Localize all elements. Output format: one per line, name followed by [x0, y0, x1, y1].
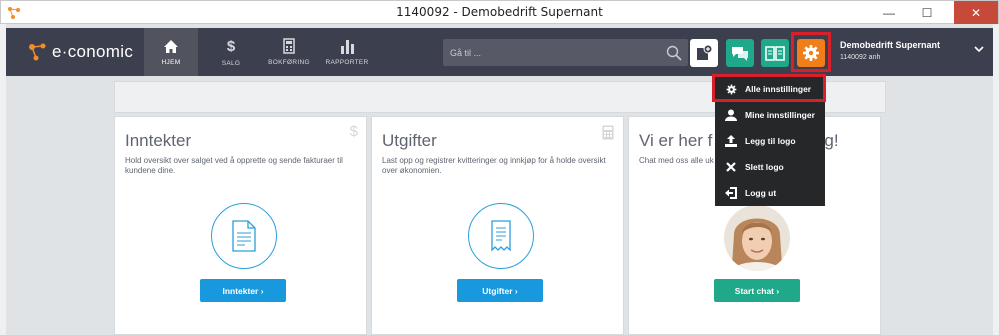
minimize-button[interactable]: — — [876, 1, 902, 24]
new-document-button[interactable] — [690, 39, 718, 67]
expenses-card: Utgifter Last opp og registrer kvitterin… — [371, 116, 624, 335]
card-title-visible: Vi er her f — [639, 131, 713, 150]
logout-icon — [725, 187, 737, 199]
add-document-icon — [697, 44, 713, 60]
document-icon — [232, 220, 256, 252]
chat-button[interactable] — [726, 39, 754, 67]
menu-item-add-logo[interactable]: Legg til logo — [715, 128, 825, 154]
card-title: Utgifter — [382, 131, 437, 150]
calculator-icon — [602, 125, 614, 140]
nav-item-label: BOKFØRING — [268, 59, 310, 66]
chevron-down-icon[interactable] — [974, 45, 984, 53]
dollar-icon: $ — [226, 37, 236, 55]
menu-item-label: Legg til logo — [745, 136, 796, 146]
logo-mark-icon — [29, 43, 46, 61]
upload-icon — [725, 135, 737, 147]
dollar-icon: $ — [349, 123, 358, 140]
user-info[interactable]: Demobedrift Supernant 1140092 anh — [840, 40, 940, 61]
receipt-icon-circle — [468, 203, 534, 269]
nav-item-label: RAPPORTER — [325, 59, 369, 66]
delete-icon — [726, 162, 736, 172]
menu-item-label: Logg ut — [745, 188, 777, 198]
book-icon — [765, 46, 785, 61]
card-description: Last opp og registrer kvitteringer og in… — [382, 156, 606, 175]
bar-chart-icon — [341, 40, 354, 54]
invoice-icon-circle — [211, 203, 277, 269]
window-title: 1140092 - Demobedrift Supernant — [396, 5, 603, 19]
settings-highlight — [791, 32, 831, 72]
economic-logo[interactable]: e·conomic — [28, 38, 133, 66]
all-settings-highlight — [712, 74, 826, 102]
support-agent-avatar — [724, 205, 790, 271]
card-description: Hold oversikt over salget ved å opprette… — [125, 156, 343, 175]
menu-item-my-settings[interactable]: Mine innstillinger — [715, 102, 825, 128]
home-icon — [164, 39, 178, 53]
menu-item-logout[interactable]: Logg ut — [715, 180, 825, 206]
nav-item-label: SALG — [221, 59, 241, 67]
window-titlebar: 1140092 - Demobedrift Supernant — ☐ ✕ — [0, 0, 999, 24]
user-icon — [725, 109, 737, 121]
menu-item-delete-logo[interactable]: Slett logo — [715, 154, 825, 180]
help-button[interactable] — [761, 39, 789, 67]
maximize-button[interactable]: ☐ — [914, 1, 940, 24]
nav-item-label: HJEM — [161, 58, 181, 66]
card-title-tail: g! — [824, 131, 839, 150]
menu-item-label: Slett logo — [745, 162, 784, 172]
card-title: Inntekter — [125, 131, 192, 150]
user-account: 1140092 anh — [840, 54, 881, 61]
user-name: Demobedrift Supernant — [840, 40, 941, 50]
top-nav: e·conomic HJEM $ SALG BOKFØRING RAPPORTE… — [6, 28, 993, 76]
calculator-icon — [283, 38, 295, 54]
receipt-icon — [491, 220, 511, 252]
expenses-button[interactable]: Utgifter › — [457, 279, 543, 302]
chat-icon — [732, 47, 748, 61]
menu-item-label: Mine innstillinger — [745, 110, 815, 120]
search-icon[interactable] — [666, 45, 682, 61]
start-chat-button[interactable]: Start chat › — [714, 279, 800, 302]
nav-item-reports[interactable]: RAPPORTER — [320, 28, 374, 76]
search-input[interactable] — [450, 39, 650, 66]
income-button[interactable]: Inntekter › — [200, 279, 286, 302]
nav-item-bookkeeping[interactable]: BOKFØRING — [262, 28, 316, 76]
nav-item-sales[interactable]: $ SALG — [204, 28, 258, 76]
close-button[interactable]: ✕ — [954, 1, 998, 24]
search-box — [443, 39, 688, 66]
income-card: Inntekter $ Hold oversikt over salget ve… — [114, 116, 367, 335]
logo-text: e·conomic — [52, 42, 134, 61]
nav-item-home[interactable]: HJEM — [144, 28, 198, 76]
